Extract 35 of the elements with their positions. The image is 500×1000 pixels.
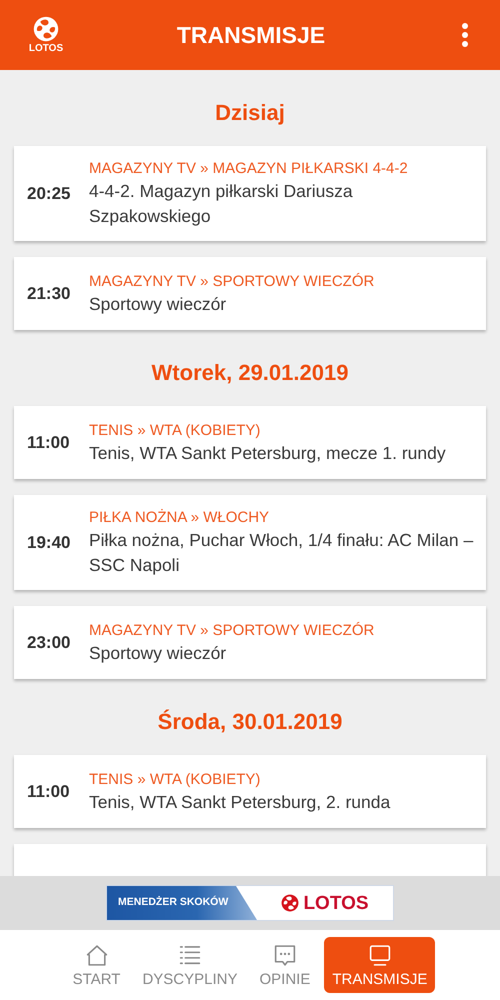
broadcast-time: 11:00: [27, 432, 71, 454]
broadcast-card[interactable]: 11:00 TENIS » WTA (KOBIETY) Tenis, WTA Sankt Petersburg, mecze 1. rundy: [14, 406, 486, 479]
broadcast-title: Piłka nożna, Puchar Włoch, 1/4 finału: AC Milan – SSC Napoli: [89, 529, 474, 577]
broadcast-category: MAGAZYNY TV » MAGAZYN PIŁKARSKI 4-4-2: [89, 159, 409, 179]
ad-brand: LOTOS: [303, 894, 369, 912]
ad-logo-icon: [281, 894, 300, 912]
broadcast-category: MAGAZYNY TV » SPORTOWY WIECZÓR: [89, 620, 374, 640]
broadcast-category: TENIS » WTA (KOBIETY): [89, 770, 262, 790]
broadcast-time: 23:00: [27, 632, 72, 654]
ad-banner[interactable]: MENEDŻER SKOKÓW LOTOS: [106, 885, 394, 921]
ad-text: MENEDŻER SKOKÓW: [118, 895, 228, 910]
broadcast-card[interactable]: 21:30 MAGAZYNY TV » SPORTOWY WIECZÓR Sportowy wieczór: [14, 257, 486, 330]
broadcast-time: 11:00: [27, 780, 71, 803]
broadcast-time: 21:30: [27, 282, 72, 305]
broadcast-card[interactable]: 11:00 TENIS » WTA (KOBIETY) Tenis, WTA Sankt Petersburg, 2. runda: [14, 755, 486, 828]
broadcast-category: MAGAZYNY TV » SPORTOWY WIECZÓR: [89, 272, 374, 292]
broadcast-time: 20:25: [27, 182, 72, 205]
broadcast-card[interactable]: 19:40 PIŁKA NOŻNA » WŁOCHY Piłka nożna, Puchar Włoch, 1/4 finału: AC Milan – SSC Napoli: [14, 495, 486, 590]
broadcast-title: Tenis, WTA Sankt Petersburg, 2. runda: [89, 790, 390, 814]
day-heading: Wtorek, 29.01.2019: [150, 359, 350, 387]
day-heading: Środa, 30.01.2019: [156, 708, 344, 736]
broadcast-time: 19:40: [27, 532, 72, 554]
broadcast-title: Sportowy wieczór: [89, 292, 228, 316]
broadcast-title: Tenis, WTA Sankt Petersburg, mecze 1. rundy: [89, 442, 446, 465]
nav-tab[interactable]: TRANSMISJE: [324, 937, 436, 993]
broadcast-category: TENIS » WTA (KOBIETY): [89, 420, 262, 440]
logo-text: LOTOS: [28, 44, 64, 54]
logo-icon: [33, 16, 59, 42]
broadcast-title: Sportowy wieczór: [89, 642, 228, 665]
broadcast-card[interactable]: 23:00 MAGAZYNY TV » SPORTOWY WIECZÓR Sportowy wieczór: [14, 606, 486, 679]
day-heading: Dzisiaj: [214, 99, 286, 127]
broadcast-category: PIŁKA NOŻNA » WŁOCHY: [89, 508, 270, 528]
broadcast-card[interactable]: 20:25 MAGAZYNY TV » MAGAZYN PIŁKARSKI 4-4-2 4-4-2. Magazyn piłkarski Dariusza Szpakowskiego: [14, 146, 486, 241]
broadcast-title: 4-4-2. Magazyn piłkarski Dariusza Szpakowskiego: [89, 180, 354, 228]
page-title: TRANSMISJE: [176, 20, 326, 50]
